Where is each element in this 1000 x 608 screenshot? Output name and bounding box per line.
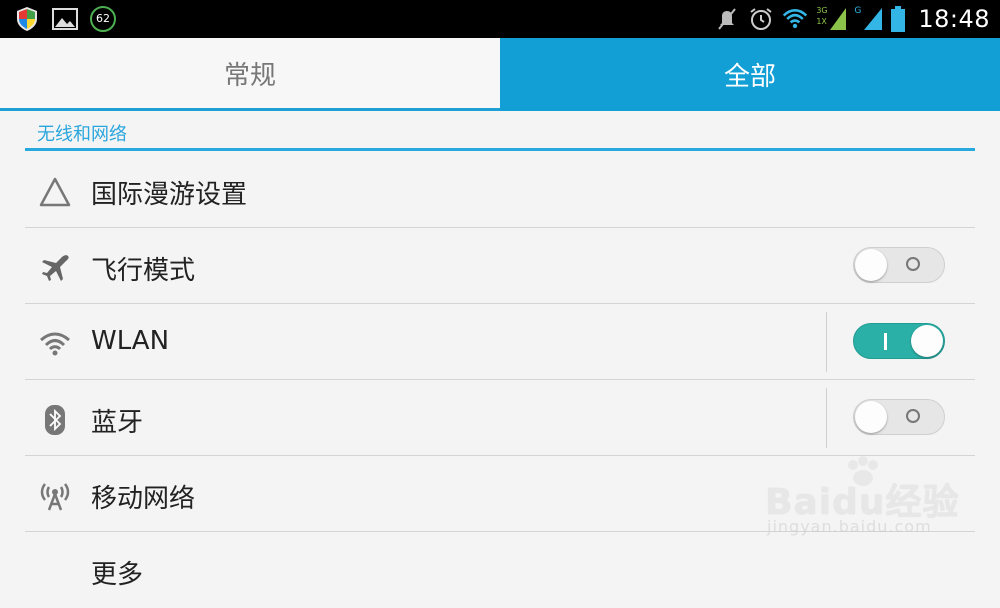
wifi-icon xyxy=(37,326,73,362)
battery-percent-icon: 62 xyxy=(90,6,116,32)
settings-item-label: WLAN xyxy=(91,326,170,356)
signal-1x-label: 1X xyxy=(816,17,827,26)
settings-item-roaming[interactable]: 国际漫游设置 xyxy=(25,152,975,228)
tab-all[interactable]: 全部 xyxy=(500,38,1000,111)
toggle-on-mark xyxy=(884,333,887,350)
image-icon xyxy=(52,6,78,32)
settings-item-wlan[interactable]: WLAN xyxy=(25,304,975,380)
settings-item-label: 移动网络 xyxy=(91,484,196,514)
row-divider xyxy=(826,312,827,372)
airplane-mode-toggle[interactable] xyxy=(853,247,945,283)
signal-3g-icon: 3G 1X xyxy=(816,6,847,32)
triangle-icon xyxy=(37,174,73,210)
row-divider xyxy=(826,388,827,448)
signal-g-icon: G xyxy=(854,6,883,32)
battery-badge: 62 xyxy=(90,6,116,32)
wifi-icon xyxy=(782,6,808,32)
toggle-off-mark xyxy=(906,257,920,271)
toggle-knob xyxy=(855,249,887,281)
airplane-icon xyxy=(37,250,73,286)
status-bar: 62 3G 1X G 18:48 xyxy=(0,0,1000,38)
toggle-knob xyxy=(911,325,943,357)
toggle-off-mark xyxy=(906,409,920,423)
section-header-wireless: 无线和网络 xyxy=(25,116,975,151)
settings-item-bluetooth[interactable]: 蓝牙 xyxy=(25,380,975,456)
signal-3g-label: 3G xyxy=(816,6,828,15)
alarm-icon xyxy=(748,6,774,32)
signal-g-label: G xyxy=(854,6,862,16)
wlan-toggle[interactable] xyxy=(853,323,945,359)
tab-general[interactable]: 常规 xyxy=(0,38,500,111)
bluetooth-toggle[interactable] xyxy=(853,399,945,435)
section-title: 无线和网络 xyxy=(37,124,127,145)
settings-item-label: 国际漫游设置 xyxy=(91,180,248,210)
battery-icon xyxy=(890,6,906,32)
settings-item-airplane[interactable]: 飞行模式 xyxy=(25,228,975,304)
mute-icon xyxy=(714,6,740,32)
antenna-icon xyxy=(37,478,73,514)
settings-item-label: 蓝牙 xyxy=(91,408,144,438)
tab-bar: 常规 全部 xyxy=(0,38,1000,111)
settings-item-label: 更多 xyxy=(91,560,144,590)
settings-item-label: 飞行模式 xyxy=(91,256,196,286)
watermark-url: jingyan.baidu.com xyxy=(767,517,932,536)
baidu-watermark: Baidu经验 jingyan.baidu.com xyxy=(765,455,995,545)
toggle-knob xyxy=(855,401,887,433)
shield-icon xyxy=(14,6,40,32)
clock: 18:48 xyxy=(918,5,990,33)
bluetooth-icon xyxy=(37,402,73,438)
